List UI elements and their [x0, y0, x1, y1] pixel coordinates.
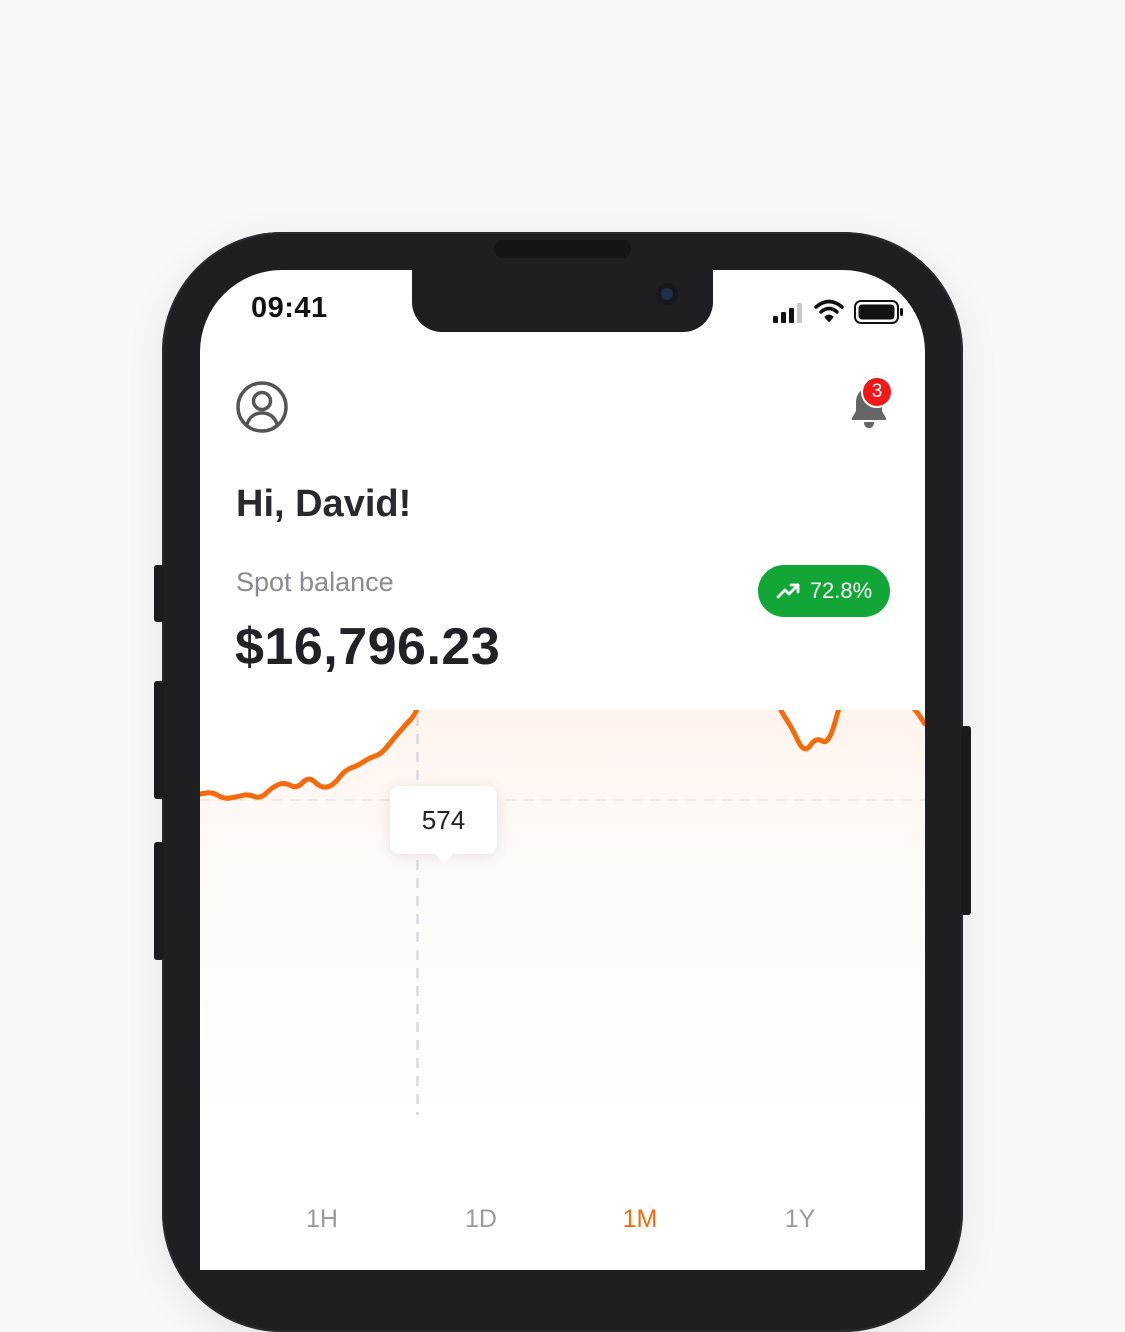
- status-time: 09:41: [251, 292, 328, 324]
- chart-data-point[interactable]: [318, 785, 324, 791]
- power-button: [961, 726, 971, 915]
- phone-screen: 09:41 3 Hi, David! Spot balance $16,796.…: [200, 270, 925, 1270]
- tab-1d[interactable]: 1D: [441, 1205, 521, 1234]
- volume-up-button: [154, 681, 164, 799]
- trend-up-icon: [776, 583, 800, 599]
- chart-data-point[interactable]: [813, 734, 819, 740]
- user-circle-icon: [236, 381, 288, 433]
- balance-label: Spot balance: [236, 567, 394, 597]
- chart-area-fill: [200, 710, 925, 1190]
- tab-1m[interactable]: 1M: [600, 1205, 680, 1234]
- chart-data-point[interactable]: [354, 763, 360, 769]
- chart-data-point[interactable]: [378, 751, 384, 757]
- chart-data-point[interactable]: [209, 789, 215, 795]
- tab-1h[interactable]: 1H: [282, 1205, 362, 1234]
- tab-1y[interactable]: 1Y: [760, 1205, 840, 1234]
- profile-button[interactable]: [235, 380, 289, 434]
- wifi-icon: [814, 299, 844, 322]
- volume-down-button: [154, 842, 164, 960]
- chart-data-point[interactable]: [789, 725, 795, 731]
- notch: [412, 270, 713, 332]
- chart-data-point[interactable]: [245, 791, 251, 797]
- earpiece-speaker: [494, 240, 631, 258]
- chart-data-point[interactable]: [257, 796, 263, 802]
- battery-icon: [854, 300, 903, 324]
- chart-data-point[interactable]: [342, 767, 348, 773]
- chart-data-point[interactable]: [294, 786, 300, 792]
- cellular-signal-icon: [773, 303, 802, 323]
- status-icons: [770, 298, 910, 328]
- balance-chart[interactable]: [200, 710, 925, 1190]
- chart-data-point[interactable]: [390, 736, 396, 742]
- time-range-tabs: 1H 1D 1M 1Y: [200, 1205, 925, 1245]
- chart-data-point[interactable]: [825, 742, 831, 748]
- chart-tooltip: 574: [390, 786, 497, 864]
- notification-badge: 3: [861, 376, 893, 408]
- silent-switch: [154, 565, 164, 622]
- chart-data-point[interactable]: [801, 751, 807, 757]
- chart-data-point[interactable]: [221, 796, 227, 802]
- balance-value: $16,796.23: [235, 618, 501, 676]
- chart-data-point[interactable]: [306, 773, 312, 779]
- chart-data-point[interactable]: [270, 784, 276, 790]
- change-value: 72.8%: [809, 578, 873, 603]
- chart-data-point[interactable]: [366, 755, 372, 761]
- front-camera: [656, 283, 678, 305]
- chart-data-point[interactable]: [330, 783, 336, 789]
- change-badge: 72.8%: [758, 565, 890, 617]
- greeting-heading: Hi, David!: [236, 483, 412, 525]
- chart-data-point[interactable]: [402, 722, 408, 728]
- chart-data-point[interactable]: [282, 779, 288, 785]
- chart-data-point[interactable]: [233, 794, 239, 800]
